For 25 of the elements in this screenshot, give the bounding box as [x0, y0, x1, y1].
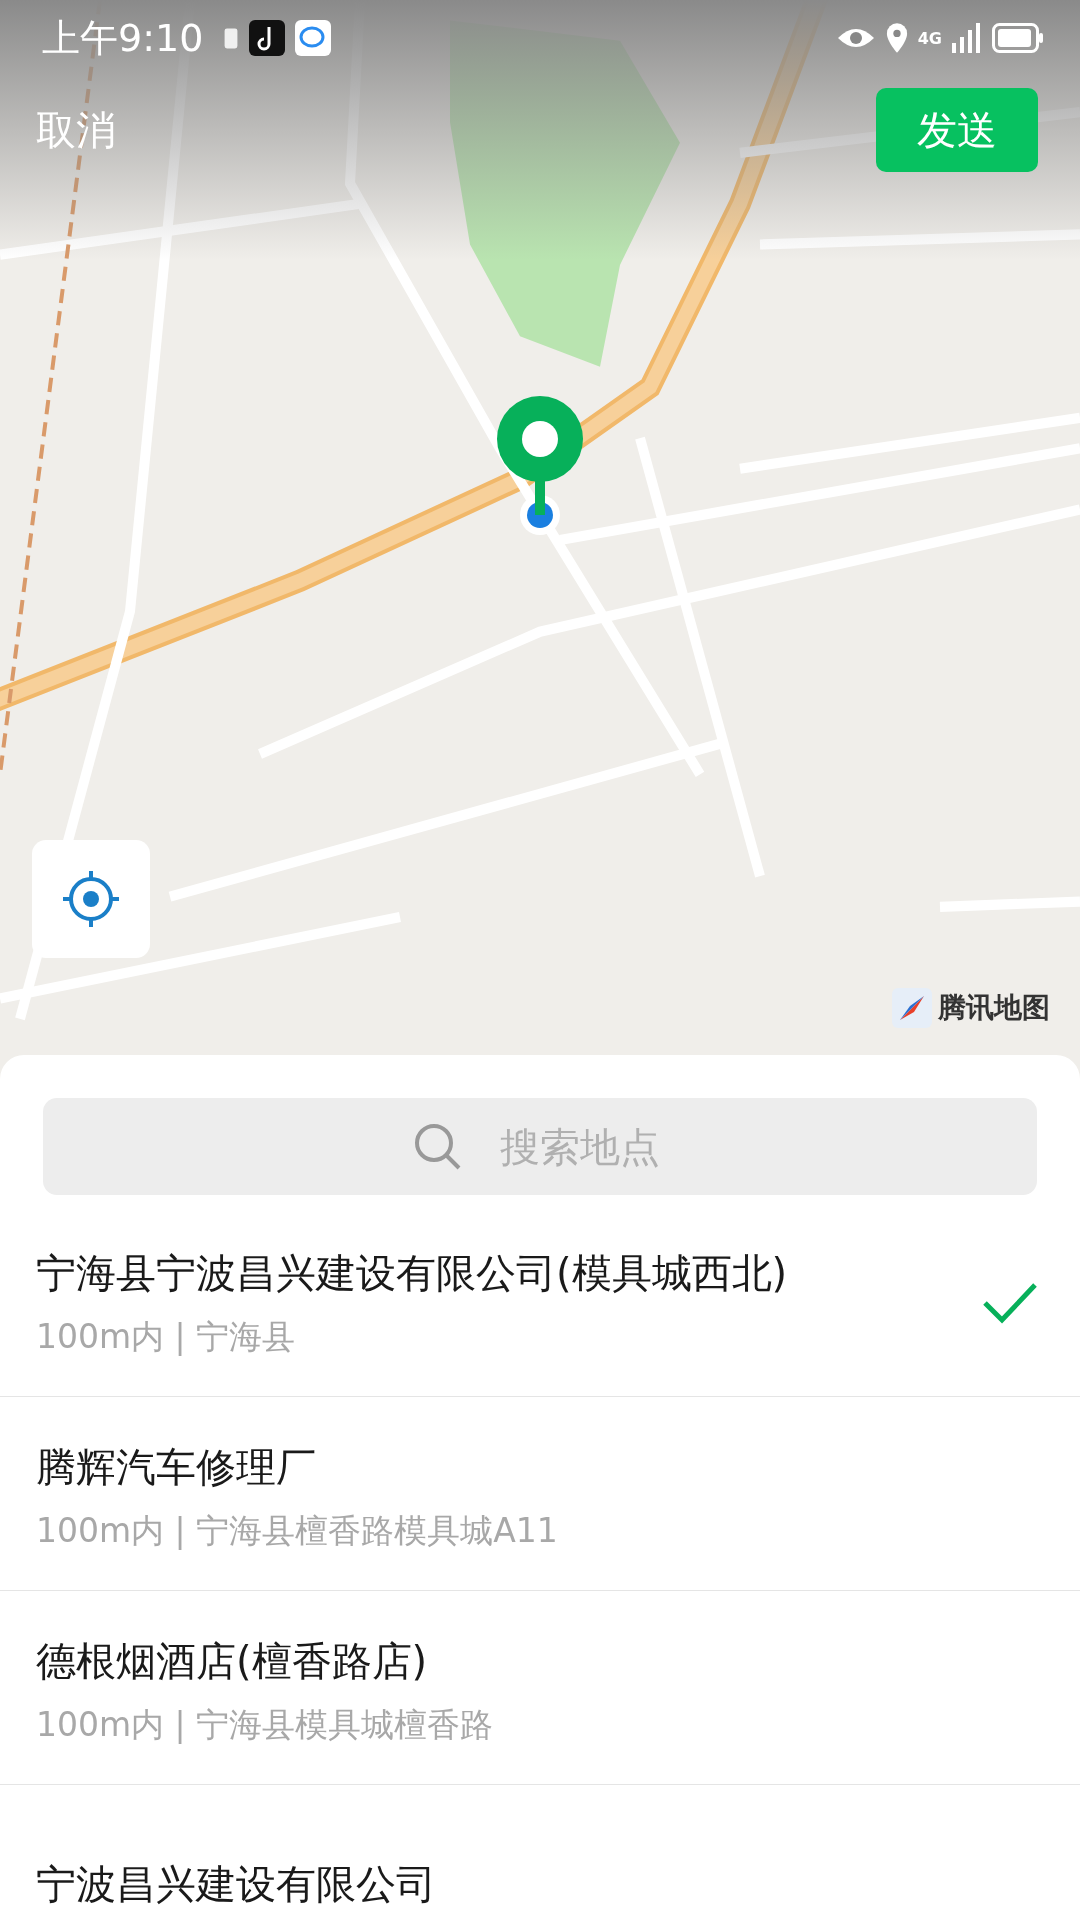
target-icon: [61, 869, 121, 929]
place-item[interactable]: 宁波昌兴建设有限公司: [0, 1785, 1080, 1920]
place-item[interactable]: 宁海县宁波昌兴建设有限公司(模具城西北) 100m内 | 宁海县: [0, 1203, 1080, 1397]
map-logo-text: 腾讯地图: [938, 990, 1050, 1026]
place-name: 德根烟酒店(檀香路店): [36, 1636, 429, 1686]
status-time: 上午9:10: [42, 14, 204, 62]
chat-app-icon: [295, 20, 332, 56]
network-type: 4G: [917, 28, 942, 48]
music-app-icon: [249, 20, 286, 56]
place-detail: 100m内 | 宁海县模具城檀香路: [36, 1703, 495, 1746]
battery-icon: [992, 23, 1044, 53]
place-detail: 100m内 | 宁海县: [36, 1315, 297, 1358]
place-name: 腾辉汽车修理厂: [36, 1442, 317, 1492]
place-name: 宁海县宁波昌兴建设有限公司(模具城西北): [36, 1248, 789, 1298]
signal-icon: [952, 23, 982, 53]
location-pin-icon: [495, 395, 585, 535]
search-field[interactable]: 搜索地点: [43, 1098, 1037, 1195]
location-icon: [885, 23, 908, 53]
locate-button[interactable]: [32, 840, 150, 958]
place-item[interactable]: 腾辉汽车修理厂 100m内 | 宁海县檀香路模具城A11: [0, 1397, 1080, 1591]
place-name: 宁波昌兴建设有限公司: [36, 1860, 437, 1909]
place-item[interactable]: 德根烟酒店(檀香路店) 100m内 | 宁海县模具城檀香路: [0, 1591, 1080, 1785]
search-icon: [413, 1122, 463, 1172]
place-detail: 100m内 | 宁海县檀香路模具城A11: [36, 1509, 559, 1552]
compass-logo-icon: [892, 988, 932, 1028]
